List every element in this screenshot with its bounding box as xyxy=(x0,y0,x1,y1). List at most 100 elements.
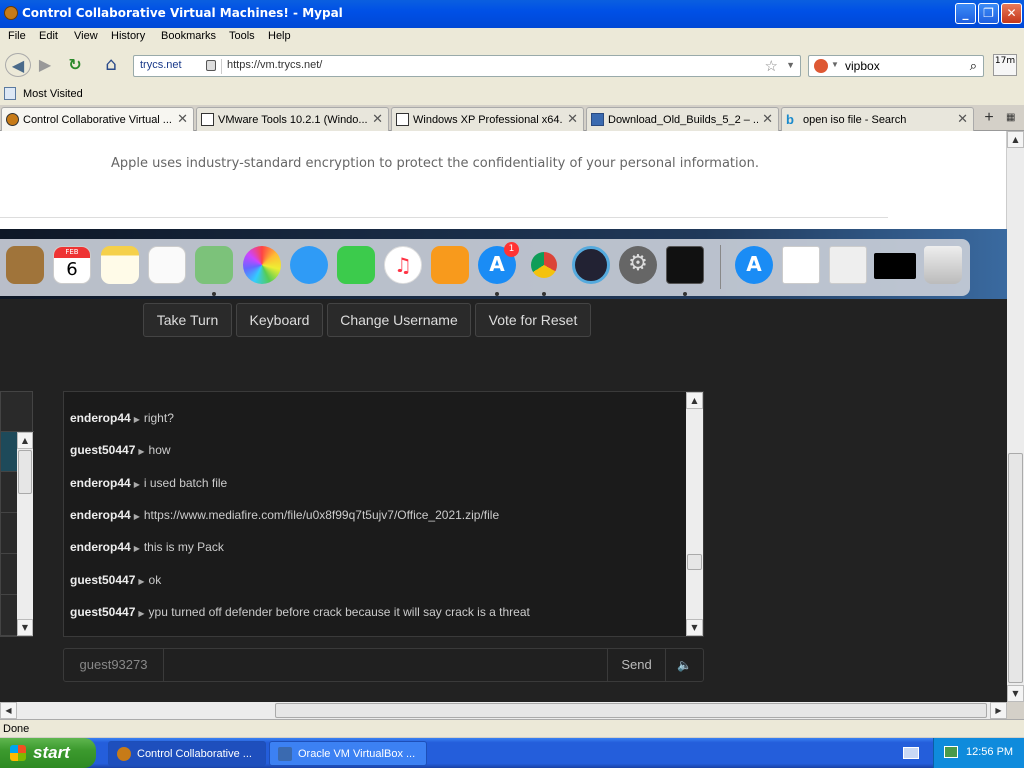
system-preferences-icon[interactable]: ⚙ xyxy=(619,246,657,284)
scroll-up-icon[interactable]: ▲ xyxy=(1007,131,1024,148)
back-button[interactable]: ◀ xyxy=(5,53,31,77)
scroll-left-icon[interactable]: ◀ xyxy=(0,702,17,719)
most-visited-bookmark[interactable]: Most Visited xyxy=(23,88,83,100)
menu-view[interactable]: View xyxy=(74,30,98,42)
minimize-button[interactable]: _ xyxy=(955,3,976,24)
scrollbar-thumb[interactable] xyxy=(275,703,987,718)
tab-control-collaborative[interactable]: Control Collaborative Virtual ... ✕ xyxy=(1,107,194,131)
chat-username-label[interactable]: guest93273 xyxy=(64,649,164,681)
take-turn-button[interactable]: Take Turn xyxy=(143,303,232,337)
chat-username[interactable]: guest50447 xyxy=(70,573,135,587)
toolbar-extension-button[interactable]: 17m xyxy=(993,54,1017,76)
scrollbar-thumb[interactable] xyxy=(1008,453,1023,683)
app-store-download-icon[interactable]: A xyxy=(735,246,773,284)
books-icon[interactable] xyxy=(431,246,469,284)
scroll-up-icon[interactable]: ▲ xyxy=(17,432,33,449)
tab-close-icon[interactable]: ✕ xyxy=(762,111,773,127)
trash-icon[interactable] xyxy=(924,246,962,284)
url-text[interactable]: https://vm.trycs.net/ xyxy=(227,59,322,71)
send-button[interactable]: Send xyxy=(607,649,665,681)
screenshot-thumbnail-icon[interactable] xyxy=(874,253,916,279)
keyboard-layout-icon[interactable] xyxy=(903,747,919,759)
chat-message-input[interactable] xyxy=(165,649,607,681)
chat-link[interactable]: https://www.mediafire.com/file/u0x8f99q7… xyxy=(144,508,499,522)
calendar-icon[interactable]: FEB 6 xyxy=(53,246,91,284)
photos-icon[interactable] xyxy=(243,246,281,284)
scroll-up-icon[interactable]: ▲ xyxy=(686,392,703,409)
page-horizontal-scrollbar[interactable]: ◀ ▶ xyxy=(0,702,1007,719)
close-button[interactable]: ✕ xyxy=(1001,3,1022,24)
search-engine-dropdown-icon[interactable]: ▼ xyxy=(831,60,839,69)
change-username-button[interactable]: Change Username xyxy=(327,303,471,337)
search-box[interactable]: ▼ vipbox ⌕ xyxy=(808,55,984,77)
clock[interactable]: 12:56 PM xyxy=(966,746,1013,758)
chat-username[interactable]: enderop44 xyxy=(70,411,131,425)
stack-thumbnail-icon[interactable] xyxy=(829,246,867,284)
menu-tools[interactable]: Tools xyxy=(229,30,255,42)
notes-icon[interactable] xyxy=(101,246,139,284)
start-button[interactable]: start xyxy=(0,738,96,768)
chat-username[interactable]: enderop44 xyxy=(70,476,131,490)
url-dropdown-icon[interactable]: ▼ xyxy=(786,60,795,70)
tab-download-old-builds[interactable]: Download_Old_Builds_5_2 – ... ✕ xyxy=(586,107,779,131)
facetime-icon[interactable] xyxy=(337,246,375,284)
scrollbar-thumb[interactable] xyxy=(687,554,702,570)
user-list-scrollbar[interactable]: ▲ ▼ xyxy=(17,432,33,636)
taskbar-item-mypal[interactable]: Control Collaborative ... xyxy=(108,741,266,766)
list-item[interactable] xyxy=(1,555,17,595)
tab-bing-search[interactable]: b open iso file - Search ✕ xyxy=(781,107,974,131)
menu-help[interactable]: Help xyxy=(268,30,291,42)
reload-button[interactable]: ↻ xyxy=(62,53,88,77)
chat-username[interactable]: enderop44 xyxy=(70,540,131,554)
scroll-right-icon[interactable]: ▶ xyxy=(990,702,1007,719)
menu-history[interactable]: History xyxy=(111,30,145,42)
scrollbar-thumb[interactable] xyxy=(18,450,32,494)
chat-username[interactable]: guest50447 xyxy=(70,443,135,457)
maps-icon[interactable] xyxy=(195,246,233,284)
vm-screen-apple-panel[interactable]: Apple uses industry-standard encryption … xyxy=(0,131,1007,229)
tab-list-icon[interactable]: ▦ xyxy=(1006,112,1015,123)
chat-scrollbar[interactable]: ▲ ▼ xyxy=(686,392,703,636)
site-identity[interactable]: trycs.net xyxy=(140,59,182,71)
tab-close-icon[interactable]: ✕ xyxy=(372,111,383,127)
chat-username[interactable]: enderop44 xyxy=(70,508,131,522)
document-thumbnail-icon[interactable] xyxy=(782,246,820,284)
scroll-down-icon[interactable]: ▼ xyxy=(17,619,33,636)
taskbar-item-virtualbox[interactable]: Oracle VM VirtualBox ... xyxy=(269,741,427,766)
volume-icon[interactable]: 🔈 xyxy=(665,649,703,681)
scroll-down-icon[interactable]: ▼ xyxy=(686,619,703,636)
network-icon[interactable] xyxy=(944,746,958,758)
tab-windows-xp[interactable]: Windows XP Professional x64... ✕ xyxy=(391,107,584,131)
list-item[interactable] xyxy=(1,596,17,636)
bookmark-star-icon[interactable]: ☆ xyxy=(765,57,778,75)
quicktime-icon[interactable] xyxy=(572,246,610,284)
music-icon[interactable]: ♫ xyxy=(384,246,422,284)
chat-username[interactable]: guest50447 xyxy=(70,605,135,619)
messages-icon[interactable] xyxy=(290,246,328,284)
restore-button[interactable]: ❐ xyxy=(978,3,999,24)
url-bar[interactable]: trycs.net https://vm.trycs.net/ ☆ ▼ xyxy=(133,55,801,77)
list-item[interactable] xyxy=(1,514,17,554)
tab-vmware-tools[interactable]: VMware Tools 10.2.1 (Windo... ✕ xyxy=(196,107,389,131)
tab-close-icon[interactable]: ✕ xyxy=(957,111,968,127)
menu-file[interactable]: File xyxy=(8,30,26,42)
scroll-down-icon[interactable]: ▼ xyxy=(1007,685,1024,702)
page-vertical-scrollbar[interactable]: ▲ ▼ xyxy=(1007,131,1024,702)
list-item[interactable] xyxy=(1,432,17,472)
keyboard-button[interactable]: Keyboard xyxy=(236,303,323,337)
chrome-icon[interactable] xyxy=(525,246,563,284)
activity-monitor-icon[interactable] xyxy=(666,246,704,284)
vote-for-reset-button[interactable]: Vote for Reset xyxy=(475,303,591,337)
tab-close-icon[interactable]: ✕ xyxy=(567,111,578,127)
search-icon[interactable]: ⌕ xyxy=(970,58,977,74)
tab-close-icon[interactable]: ✕ xyxy=(177,111,188,127)
new-tab-button[interactable]: + xyxy=(980,109,998,129)
contacts-icon[interactable] xyxy=(6,246,44,284)
menu-edit[interactable]: Edit xyxy=(39,30,58,42)
search-input[interactable]: vipbox xyxy=(845,59,880,73)
forward-button[interactable]: ▶ xyxy=(32,53,58,77)
duckduckgo-icon[interactable] xyxy=(814,59,828,73)
list-item[interactable] xyxy=(1,473,17,513)
menu-bookmarks[interactable]: Bookmarks xyxy=(161,30,216,42)
reminders-icon[interactable] xyxy=(148,246,186,284)
